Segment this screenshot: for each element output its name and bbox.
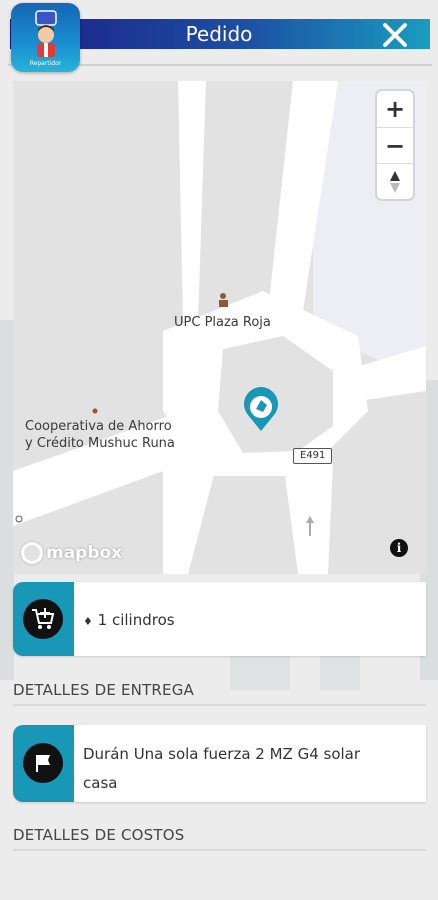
delivery-section-title: DETALLES DE ENTREGA <box>13 681 195 699</box>
card-accent <box>13 582 74 656</box>
zoom-in-button[interactable]: + <box>377 91 413 127</box>
delivery-address-line2: casa <box>83 774 118 792</box>
cart-icon-circle <box>23 599 63 639</box>
delivery-section-divider <box>13 704 426 706</box>
close-button[interactable] <box>382 22 408 48</box>
zoom-out-button[interactable]: − <box>377 128 413 164</box>
order-item: ♦ 1 cilindros <box>83 606 175 636</box>
map-label-coop-line1: Cooperativa de Ahorro <box>25 419 172 434</box>
app-logo: Repartidor <box>11 3 80 72</box>
map-zoom-controls: + − <box>377 91 413 199</box>
map-label-upc: UPC Plaza Roja <box>174 315 271 330</box>
order-item-text: 1 cilindros <box>97 611 175 629</box>
road-badge: E491 <box>293 448 333 464</box>
flag-icon <box>36 755 50 772</box>
delivery-address-card: Durán Una sola fuerza 2 MZ G4 solar casa <box>13 725 426 802</box>
delivery-address-line1: Durán Una sola fuerza 2 MZ G4 solar <box>83 745 361 763</box>
compass-button[interactable] <box>377 164 413 200</box>
map-info-button[interactable]: i <box>390 539 408 557</box>
flag-icon-circle <box>23 743 63 783</box>
mapbox-logo-icon <box>21 542 43 564</box>
costs-section-title: DETALLES DE COSTOS <box>13 826 185 844</box>
map-view[interactable]: UPC Plaza Roja Cooperativa de Ahorro y C… <box>13 81 426 574</box>
compass-icon <box>390 171 400 193</box>
card-accent <box>13 725 74 802</box>
mapbox-logo-text: mapbox <box>46 543 123 563</box>
close-icon <box>383 23 407 47</box>
costs-section-divider <box>13 849 426 851</box>
mapbox-attribution[interactable]: mapbox <box>21 541 122 565</box>
order-item-bullet: ♦ <box>83 615 93 628</box>
map-label-coop-line2: y Crédito Mushuc Runa <box>25 436 175 451</box>
cart-add-icon <box>32 608 55 629</box>
app-logo-text: Repartidor <box>29 60 62 67</box>
order-items-card: ♦ 1 cilindros <box>13 582 426 656</box>
